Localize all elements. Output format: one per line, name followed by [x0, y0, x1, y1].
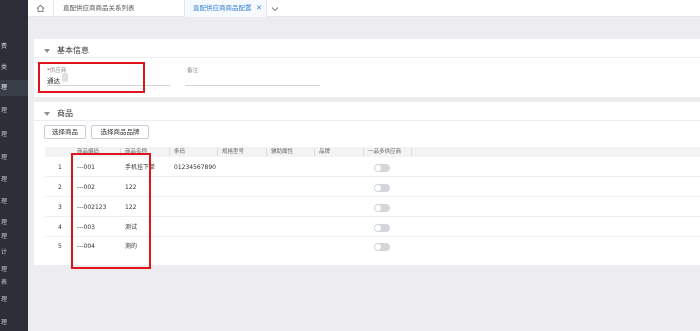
column-separator [411, 148, 412, 156]
sidebar-item[interactable]: 理 [0, 265, 28, 275]
highlight-box-goods-code [71, 153, 151, 269]
sidebar-item[interactable]: 费 [0, 42, 28, 52]
multi-supplier-toggle[interactable] [374, 243, 390, 251]
tab-label: 直配供应商商品关系列表 [63, 4, 135, 12]
remark-field-underline [185, 85, 320, 86]
select-goods-button[interactable]: 选择商品 [44, 125, 86, 139]
multi-supplier-toggle[interactable] [374, 224, 390, 232]
sidebar-item[interactable]: 理 [0, 153, 28, 163]
sidebar-item[interactable]: 类 [0, 63, 28, 73]
tab-more-dropdown[interactable] [268, 0, 282, 17]
sidebar-item[interactable]: 理 [0, 83, 28, 93]
row-number: 2 [58, 184, 62, 191]
collapse-caret-icon [44, 111, 50, 116]
row-number: 3 [58, 204, 62, 211]
section-title-text: 商品 [57, 109, 73, 118]
select-goods-brand-button[interactable]: 选择商品品牌 [91, 125, 149, 139]
section-title-text: 基本信息 [57, 46, 89, 55]
tab-supplier-goods-config[interactable]: 直配供应商商品配置 ✕ [185, 0, 267, 17]
close-icon[interactable]: ✕ [256, 0, 262, 17]
remark-field[interactable] [187, 75, 319, 84]
multi-supplier-toggle[interactable] [374, 164, 390, 172]
collapse-caret-icon [44, 48, 50, 53]
cell-barcode: 01234567890 [174, 164, 216, 171]
chevron-down-icon [271, 6, 279, 11]
column-header-barcode[interactable]: 条码 [174, 147, 185, 157]
sidebar-item[interactable]: 理 [0, 197, 28, 207]
sidebar-item[interactable]: 理 [0, 175, 28, 185]
multi-supplier-toggle[interactable] [374, 184, 390, 192]
divider [34, 57, 700, 58]
sidebar-item[interactable]: 理 [0, 295, 28, 305]
sidebar-item[interactable]: 理 [0, 218, 28, 228]
divider [34, 120, 700, 121]
highlight-box-supplier [38, 62, 145, 93]
sidebar-item[interactable]: 表 [0, 278, 28, 288]
row-number: 4 [58, 224, 62, 231]
section-title-goods[interactable]: 商品 [44, 108, 73, 119]
column-separator [217, 148, 218, 156]
column-separator [363, 148, 364, 156]
row-number: 5 [58, 243, 62, 250]
sidebar: 费 类 理 理 理 理 理 理 理 理 计 理 表 理 理 [0, 0, 28, 331]
home-icon [36, 4, 45, 13]
tab-supplier-goods-list[interactable]: 直配供应商商品关系列表 [55, 0, 185, 17]
column-header-brand[interactable]: 品牌 [319, 147, 330, 157]
sidebar-item[interactable]: 理 [0, 106, 28, 116]
sidebar-item[interactable]: 理 [0, 130, 28, 140]
sidebar-item[interactable]: 计 [0, 248, 28, 258]
column-header-spec[interactable]: 规格型号 [222, 147, 244, 157]
column-separator [266, 148, 267, 156]
column-header-attr[interactable]: 辅助属性 [271, 147, 293, 157]
tab-label: 直配供应商商品配置 [193, 4, 252, 12]
column-separator [169, 148, 170, 156]
sidebar-item[interactable]: 理 [0, 318, 28, 328]
tab-bar: 直配供应商商品关系列表 直配供应商商品配置 ✕ [28, 0, 700, 17]
row-number: 1 [58, 164, 62, 171]
remark-label: 备注 [187, 68, 199, 74]
column-separator [314, 148, 315, 156]
section-title-basic[interactable]: 基本信息 [44, 45, 89, 56]
home-tab[interactable] [28, 0, 54, 17]
multi-supplier-toggle[interactable] [374, 204, 390, 212]
sidebar-item[interactable]: 理 [0, 232, 28, 242]
column-header-multi-supplier[interactable]: 一品多供应商 [368, 147, 401, 157]
